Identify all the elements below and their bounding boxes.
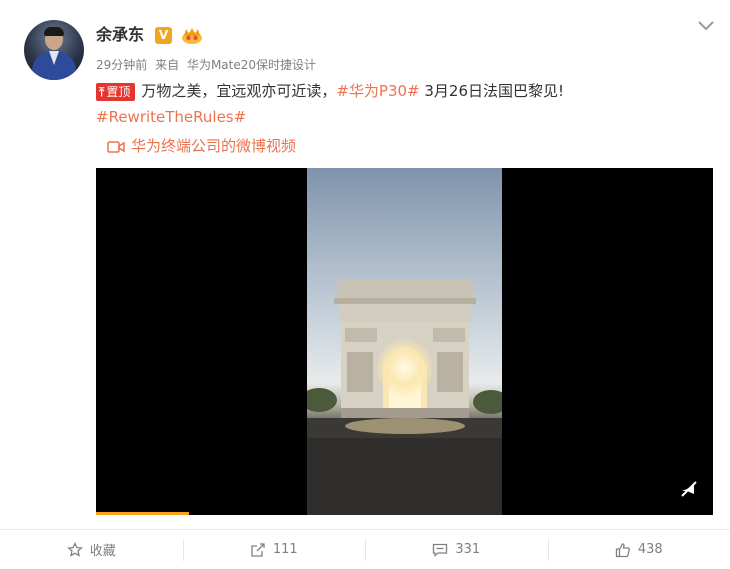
comment-icon bbox=[433, 543, 448, 557]
star-icon bbox=[66, 541, 83, 557]
mute-icon[interactable] bbox=[680, 480, 698, 498]
action-bar: 收藏 111 331 438 bbox=[0, 530, 730, 569]
favorite-label: 收藏 bbox=[89, 544, 116, 559]
favorite-button[interactable]: 收藏 bbox=[0, 530, 183, 569]
video-frame bbox=[307, 168, 502, 515]
crown-icon[interactable] bbox=[181, 26, 203, 44]
topic-link-huawei-p30[interactable]: #华为P30# bbox=[336, 82, 419, 100]
thumbs-up-icon bbox=[615, 542, 630, 557]
pin-icon: ⤒ bbox=[99, 84, 105, 99]
chevron-down-icon[interactable] bbox=[697, 19, 715, 33]
avatar[interactable] bbox=[24, 20, 84, 80]
post-text-line-2: #RewriteTheRules# bbox=[96, 106, 246, 128]
source-prefix: 来自 bbox=[155, 58, 180, 72]
repost-button[interactable]: 111 bbox=[182, 530, 366, 569]
post-time[interactable]: 29分钟前 bbox=[96, 58, 147, 72]
comment-button[interactable]: 331 bbox=[365, 530, 548, 569]
comment-count: 331 bbox=[455, 542, 481, 557]
video-link-label: 华为终端公司的微博视频 bbox=[131, 137, 297, 155]
share-icon bbox=[251, 542, 265, 557]
avatar-hair bbox=[44, 27, 64, 36]
repost-count: 111 bbox=[272, 542, 298, 557]
post-source[interactable]: 华为Mate20保时捷设计 bbox=[187, 58, 316, 72]
post-text-tail: 3月26日法国巴黎见! bbox=[419, 82, 565, 100]
video-camera-icon bbox=[107, 140, 125, 153]
like-count: 438 bbox=[637, 542, 663, 557]
video-player[interactable] bbox=[96, 168, 713, 515]
post-text-line: ⤒ 置顶 万物之美，宜远观亦可近读，#华为P30# 3月26日法国巴黎见! bbox=[96, 80, 564, 102]
video-link[interactable]: 华为终端公司的微博视频 bbox=[107, 135, 296, 157]
like-button[interactable]: 438 bbox=[547, 530, 730, 569]
video-progress-bar[interactable] bbox=[96, 512, 189, 515]
post-meta: 29分钟前 来自 华为Mate20保时捷设计 bbox=[96, 56, 320, 74]
post-text-main: 万物之美，宜远观亦可近读， bbox=[141, 82, 337, 100]
weibo-post-card: 余承东 V 29分钟前 来自 华为Mate20保时捷设计 ⤒ 置顶 万物之美，宜远观… bbox=[0, 0, 730, 569]
verified-badge-icon[interactable]: V bbox=[155, 27, 172, 44]
author-name[interactable]: 余承东 bbox=[96, 24, 144, 46]
sun-glow bbox=[377, 338, 432, 398]
pinned-badge: ⤒ 置顶 bbox=[96, 82, 136, 101]
pinned-label: 置顶 bbox=[106, 84, 131, 99]
topic-link-rewrite-the-rules[interactable]: #RewriteTheRules# bbox=[96, 108, 246, 126]
